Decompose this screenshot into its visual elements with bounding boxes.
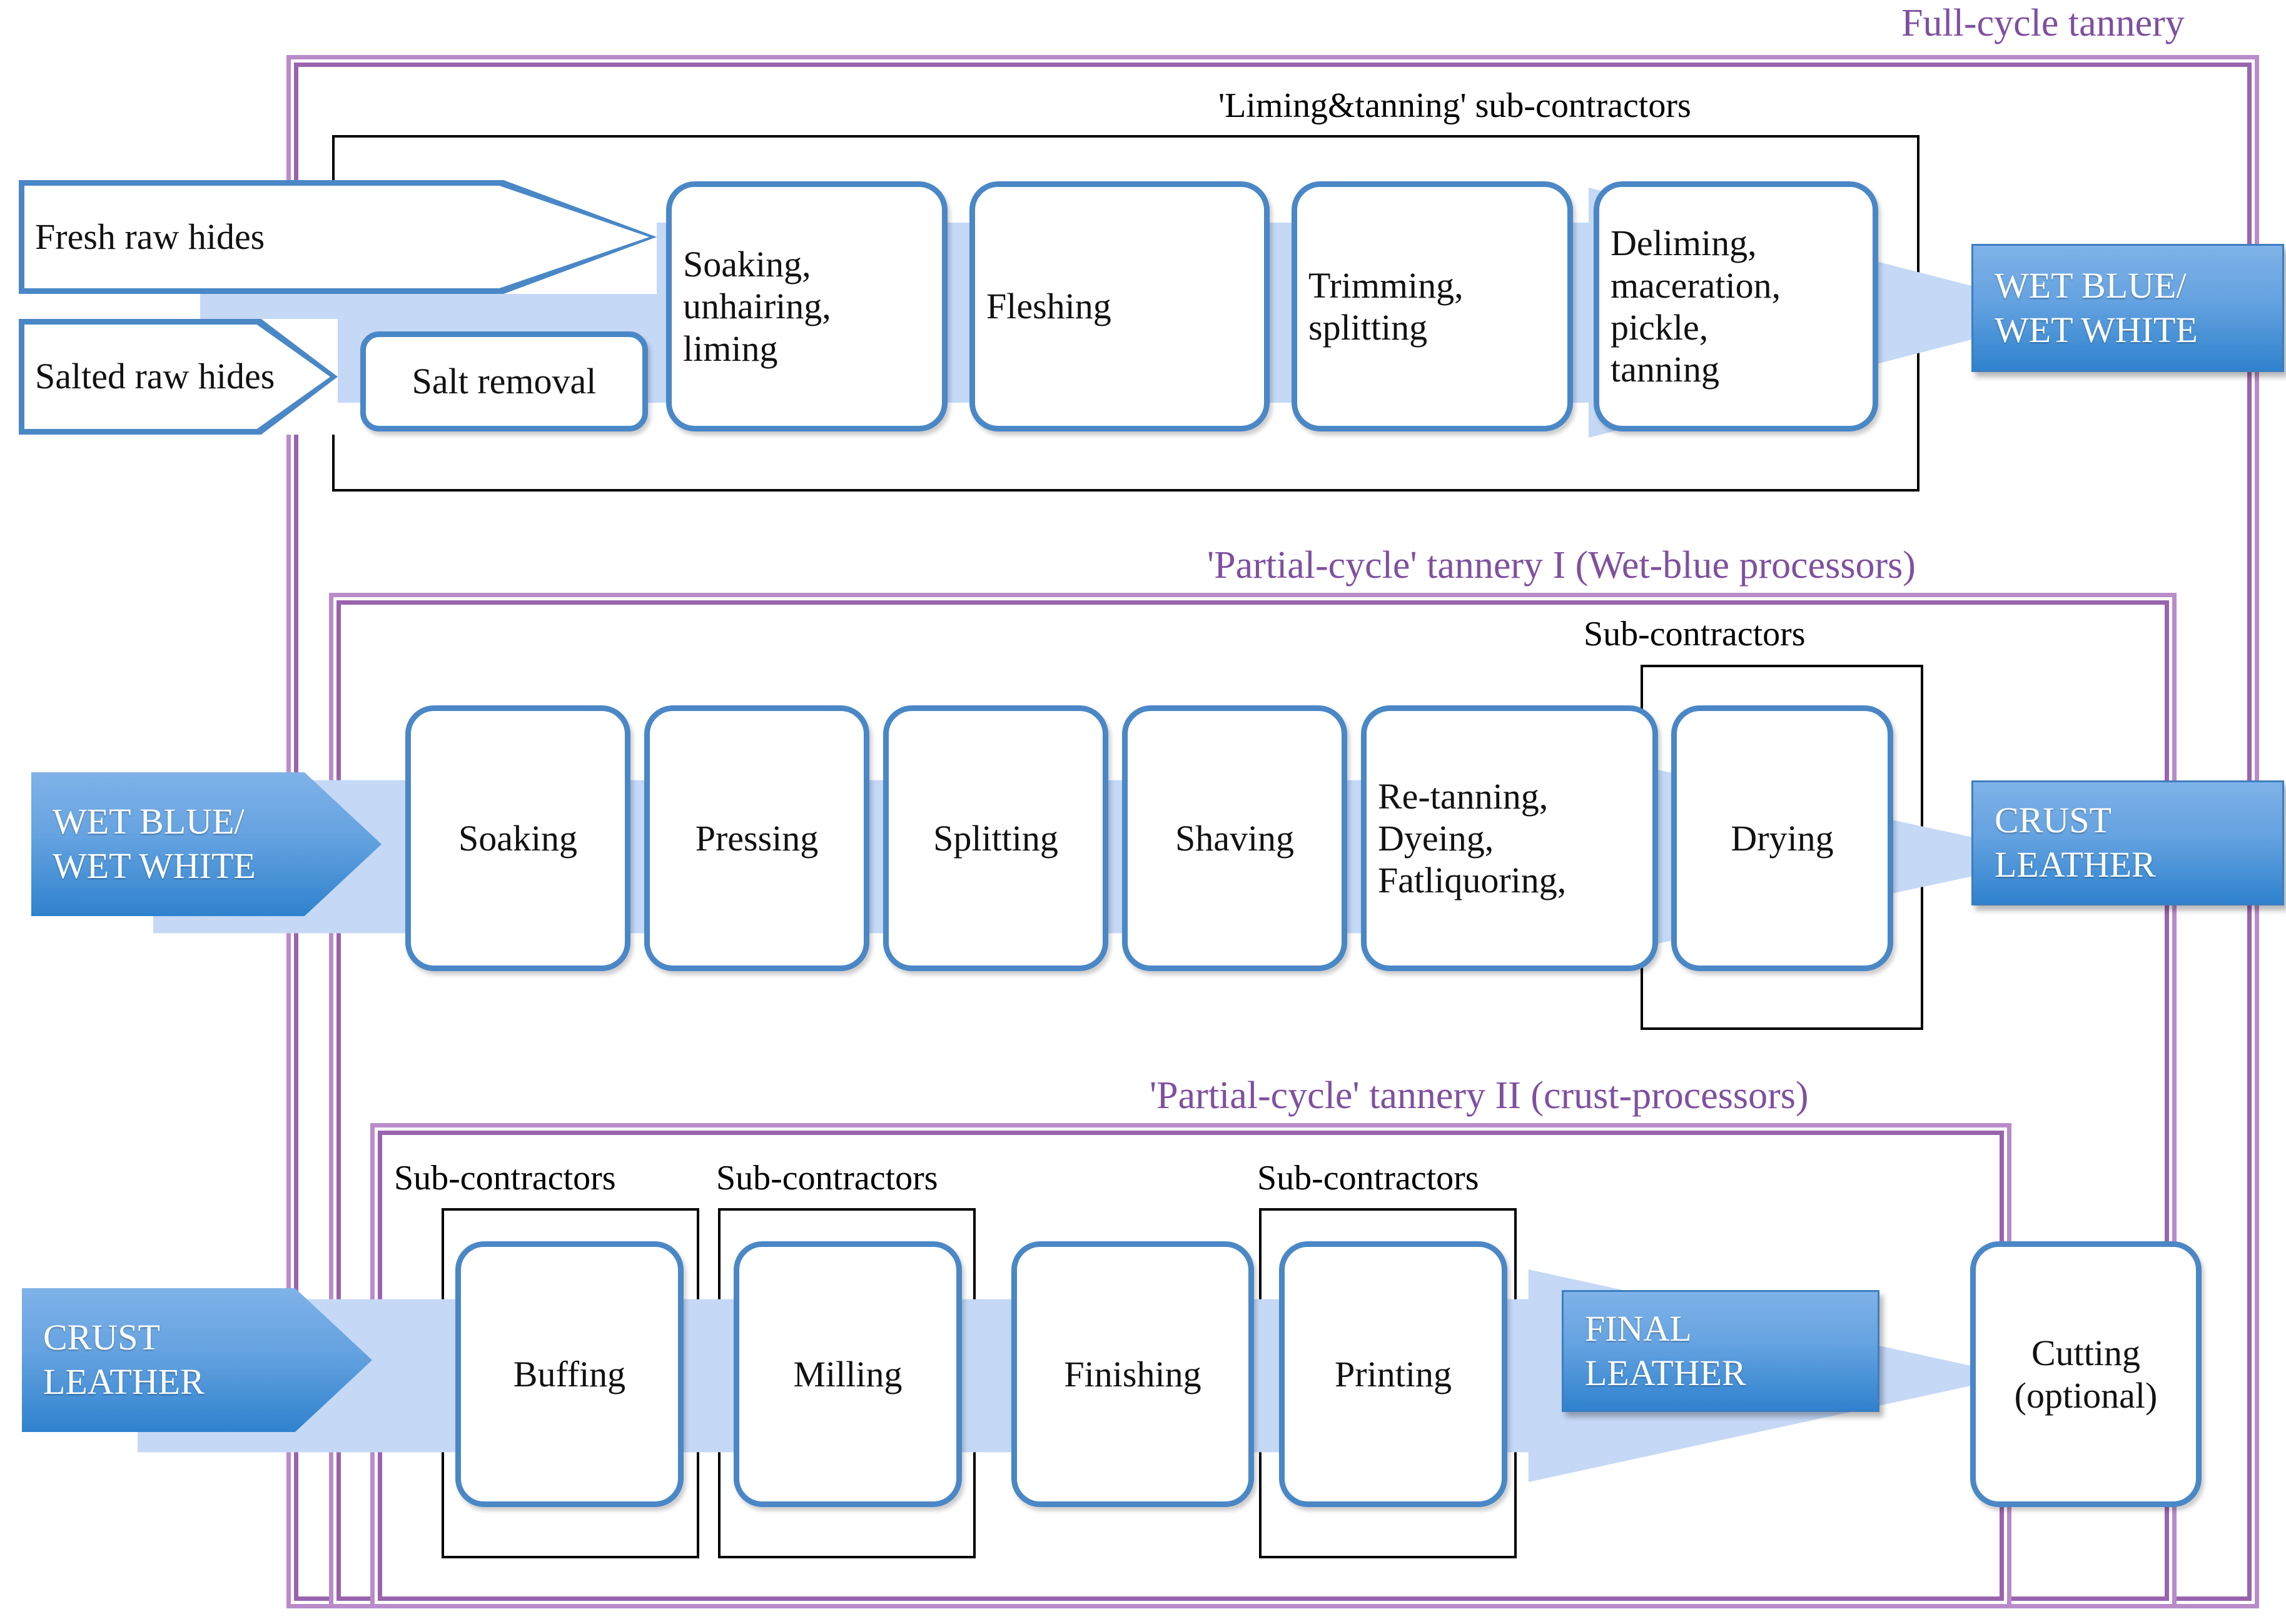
step-label: Drying (1731, 817, 1834, 859)
title-partial-cycle-tannery-2: 'Partial-cycle' tannery II (crust-proces… (1150, 1074, 1809, 1117)
step-label: Fleshing (986, 286, 1111, 327)
step-cutting-optional: Cutting (optional) (1970, 1241, 2202, 1507)
input-salted-raw-hides-label: Salted raw hides (35, 356, 275, 397)
step-soaking: Soaking (405, 705, 630, 971)
row3-subcontractor-label-2: Sub-contractors (716, 1159, 938, 1198)
step-fleshing: Fleshing (969, 181, 1270, 431)
material-wet-blue-wet-white-output: WET BLUE/WET WHITE (1971, 244, 2284, 372)
step-label: Finishing (1064, 1353, 1201, 1395)
step-label: Re-tanning, Dyeing, Fatliquoring, (1378, 775, 1567, 901)
step-label: Printing (1335, 1353, 1452, 1395)
row3-subcontractor-label-1: Sub-contractors (394, 1159, 616, 1198)
step-salt-removal: Salt removal (360, 331, 648, 431)
title-partial-cycle-tannery-1: 'Partial-cycle' tannery I (Wet-blue proc… (1207, 544, 1916, 587)
step-label: Milling (793, 1353, 903, 1395)
step-label: Shaving (1175, 817, 1295, 859)
step-printing: Printing (1279, 1241, 1507, 1507)
step-retanning-dyeing-fatliquoring: Re-tanning, Dyeing, Fatliquoring, (1361, 705, 1658, 971)
row1-subcontractor-label: 'Liming&tanning' sub-contractors (1218, 86, 1691, 125)
step-buffing: Buffing (455, 1241, 684, 1507)
step-splitting: Splitting (883, 705, 1108, 971)
step-deliming-maceration-pickle-tanning: Deliming, maceration, pickle, tanning (1594, 181, 1878, 431)
step-label: Soaking, unhairing, liming (683, 244, 831, 369)
step-label: Pressing (695, 817, 819, 859)
input-fresh-raw-hides: Fresh raw hides (19, 180, 657, 294)
step-label: Buffing (513, 1353, 626, 1395)
step-pressing: Pressing (644, 705, 869, 971)
step-label: Splitting (933, 817, 1058, 859)
input-fresh-raw-hides-label: Fresh raw hides (35, 216, 265, 257)
row3-subcontractor-label-3: Sub-contractors (1257, 1159, 1479, 1198)
step-label: Soaking (458, 817, 578, 859)
material-crust-leather-output: CRUST LEATHER (1971, 780, 2284, 905)
step-trimming-splitting: Trimming, splitting (1292, 181, 1573, 431)
step-label: Deliming, maceration, pickle, tanning (1611, 223, 1781, 390)
step-finishing: Finishing (1011, 1241, 1254, 1507)
row2-subcontractor-label: Sub-contractors (1584, 615, 1806, 653)
material-final-leather: FINAL LEATHER (1562, 1290, 1879, 1412)
tannery-process-diagram: Full-cycle tannery 'Partial-cycle' tanne… (0, 0, 2286, 1624)
step-milling: Milling (734, 1241, 962, 1507)
step-label: Trimming, splitting (1308, 265, 1464, 348)
material-label: CRUST LEATHER (1995, 800, 2156, 885)
material-label: CRUST LEATHER (43, 1317, 205, 1402)
step-drying: Drying (1671, 705, 1893, 971)
step-label: Cutting (optional) (2014, 1333, 2158, 1416)
input-salted-raw-hides: Salted raw hides (19, 319, 338, 435)
step-shaving: Shaving (1122, 705, 1347, 971)
material-label: WET BLUE/WET WHITE (53, 801, 256, 886)
material-label: WET BLUE/WET WHITE (1995, 265, 2198, 350)
step-soaking-unhairing-liming: Soaking, unhairing, liming (666, 181, 948, 431)
material-label: FINAL LEATHER (1585, 1308, 1746, 1393)
title-full-cycle-tannery: Full-cycle tannery (1901, 2, 2185, 44)
